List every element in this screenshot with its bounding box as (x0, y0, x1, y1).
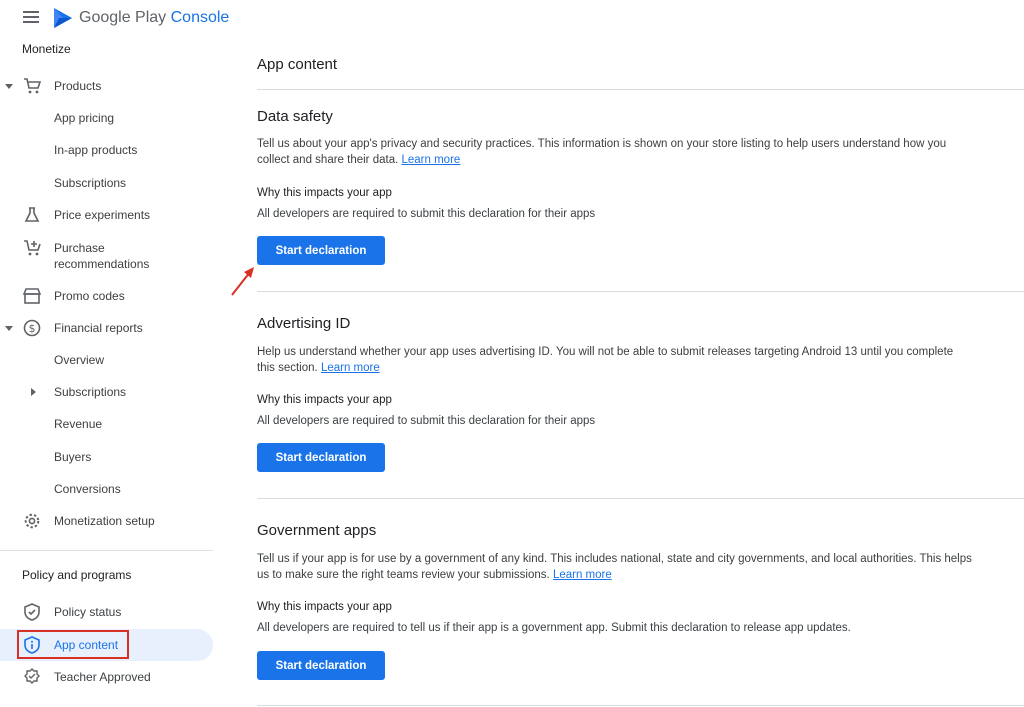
desc-line-text: this section. (257, 362, 318, 374)
policy-section-title: Policy and programs (22, 568, 132, 582)
why-title: Why this impacts your app (257, 601, 392, 613)
brand-name: Google Play Console (79, 9, 229, 27)
sidebar-item-price-experiments[interactable]: Price experiments (0, 199, 213, 231)
svg-text:$: $ (29, 322, 36, 335)
gear-icon (22, 511, 42, 531)
sidebar-item-label: App pricing (54, 111, 115, 125)
cart-icon (22, 76, 42, 96)
why-desc: All developers are required to submit th… (257, 415, 596, 427)
monetize-section-title: Monetize (22, 42, 71, 56)
brand-prefix: Google Play (79, 9, 167, 26)
desc-line: Tell us about your app's privacy and sec… (257, 138, 947, 150)
store-icon (22, 286, 42, 306)
sidebar-item-conversions[interactable]: Conversions (0, 473, 213, 505)
start-declaration-button-government-apps[interactable]: Start declaration (257, 651, 385, 680)
section-desc-government-apps: Tell us if your app is for use by a gove… (257, 551, 987, 583)
caret-down-icon[interactable] (4, 81, 14, 91)
red-arrow-annotation-icon (231, 267, 254, 296)
section-divider (257, 291, 1024, 292)
section-desc-data-safety: Tell us about your app's privacy and sec… (257, 136, 987, 168)
section-divider (257, 89, 1024, 90)
sidebar-item-label: Financial reports (54, 321, 143, 335)
learn-more-link[interactable]: Learn more (321, 362, 380, 374)
sidebar-item-revenue[interactable]: Revenue (0, 408, 213, 440)
why-desc: All developers are required to tell us i… (257, 622, 851, 634)
flask-icon (22, 205, 42, 225)
sidebar-item-teacher-approved[interactable]: Teacher Approved (0, 661, 213, 693)
why-desc: All developers are required to submit th… (257, 208, 596, 220)
section-title-government-apps: Government apps (257, 522, 377, 539)
sidebar-item-label: Subscriptions (54, 176, 127, 190)
menu-icon[interactable] (23, 11, 39, 25)
sidebar-item-subscriptions[interactable]: Subscriptions (0, 167, 213, 199)
why-title: Why this impacts your app (257, 187, 392, 199)
desc-line-2: this section. Learn more (257, 360, 987, 376)
start-declaration-button-data-safety[interactable]: Start declaration (257, 236, 385, 265)
learn-more-link[interactable]: Learn more (401, 154, 460, 166)
play-console-logo-icon (54, 8, 72, 28)
sidebar-item-buyers[interactable]: Buyers (0, 441, 213, 473)
sidebar-item-label: Monetization setup (54, 514, 155, 528)
why-title: Why this impacts your app (257, 394, 392, 406)
sidebar-item-financial-reports[interactable]: $ Financial reports (0, 312, 213, 344)
desc-line-2: us to make sure the right teams review y… (257, 567, 987, 583)
section-divider (257, 498, 1024, 499)
sidebar-item-label: Buyers (54, 450, 92, 464)
page-title: App content (257, 56, 338, 73)
sidebar-item-label: In-app products (54, 143, 138, 157)
learn-more-link[interactable]: Learn more (553, 569, 612, 581)
sidebar-item-in-app-products[interactable]: In-app products (0, 134, 213, 166)
sidebar-item-label: Teacher Approved (54, 670, 151, 684)
caret-down-icon[interactable] (4, 323, 14, 333)
shield-check-icon (22, 602, 42, 622)
section-title-advertising-id: Advertising ID (257, 315, 351, 332)
desc-line-text: us to make sure the right teams review y… (257, 569, 550, 581)
sidebar-item-policy-status[interactable]: Policy status (0, 596, 213, 628)
sidebar-item-label: Promo codes (54, 289, 125, 303)
sidebar-item-label: Price experiments (54, 208, 151, 222)
sidebar-item-app-pricing[interactable]: App pricing (0, 102, 213, 134)
caret-right-icon[interactable] (28, 387, 38, 397)
sidebar-item-label: Overview (54, 353, 105, 367)
cart-plus-icon (22, 238, 42, 258)
sidebar-item-label: Subscriptions (54, 385, 127, 399)
sidebar-item-overview[interactable]: Overview (0, 344, 213, 376)
dollar-icon: $ (22, 318, 42, 338)
section-title-data-safety: Data safety (257, 108, 333, 125)
badge-check-icon (22, 667, 42, 687)
desc-line: Help us understand whether your app uses… (257, 346, 954, 358)
sidebar-item-label: Conversions (54, 482, 121, 496)
sidebar-item-products[interactable]: Products (0, 70, 213, 102)
sidebar-item-promo-codes[interactable]: Promo codes (0, 280, 213, 312)
section-desc-advertising-id: Help us understand whether your app uses… (257, 344, 987, 376)
section-divider (257, 705, 1024, 706)
sidebar-item-financial-subscriptions[interactable]: Subscriptions (0, 376, 213, 408)
sidebar-item-label: Purchase recommendations (54, 241, 150, 271)
start-declaration-button-advertising-id[interactable]: Start declaration (257, 443, 385, 472)
sidebar-item-label: Policy status (54, 605, 122, 619)
desc-line-text: collect and share their data. (257, 154, 399, 166)
sidebar-item-monetization-setup[interactable]: Monetization setup (0, 505, 213, 537)
desc-line-2: collect and share their data. Learn more (257, 152, 987, 168)
main-content: App content Data safety Tell us about yo… (257, 0, 1024, 707)
top-bar: Google Play Console (0, 0, 229, 36)
highlight-annotation-box (17, 630, 129, 659)
sidebar-item-purchase-recommendations[interactable]: Purchase recommendations (0, 238, 213, 274)
sidebar-item-label: Products (54, 79, 102, 93)
sidebar-divider (0, 550, 213, 551)
sidebar: Google Play Console Monetize Products Ap… (0, 0, 229, 707)
sidebar-item-label: Revenue (54, 417, 103, 431)
brand-accent: Console (170, 9, 230, 26)
desc-line: Tell us if your app is for use by a gove… (257, 553, 972, 565)
